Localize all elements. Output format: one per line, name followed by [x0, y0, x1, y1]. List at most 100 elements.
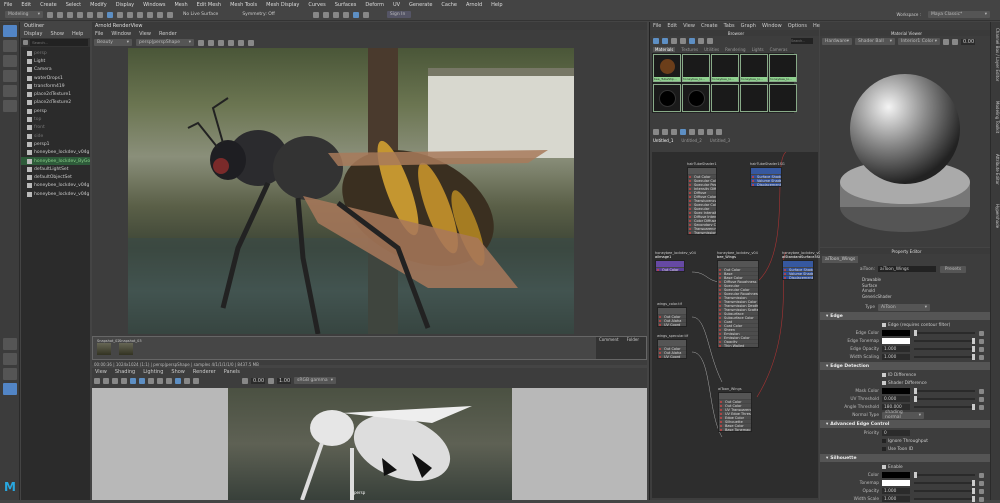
color-swatch[interactable] [882, 388, 910, 394]
undo-icon[interactable] [77, 11, 83, 18]
lasso-tool-icon[interactable] [3, 40, 17, 52]
viewport-menu-renderer[interactable]: Renderer [193, 369, 216, 375]
material-swatch[interactable]: bee_TubeShp... [653, 54, 681, 82]
node-attribute[interactable]: Base Tonemap [719, 427, 751, 431]
colorspace-dropdown[interactable]: sRGB gamma ▾ [294, 377, 336, 384]
node-attribute[interactable]: UV Coord [658, 354, 686, 358]
menu-mesh-display[interactable]: Mesh Display [266, 2, 299, 8]
viewport-menu-panels[interactable]: Panels [224, 369, 240, 375]
tab-comment[interactable]: Comment [599, 337, 619, 342]
value-field[interactable]: 1.000 [882, 496, 910, 502]
side-tab[interactable]: Hypershade [991, 204, 1000, 228]
slider-handle[interactable] [971, 480, 975, 486]
value-field[interactable]: 1.000 [882, 354, 910, 360]
node-editor[interactable]: hairTubeShader1Out ColorSpecular ColorSp… [652, 152, 823, 498]
outliner-item[interactable]: honeybee_lockdev_v04g [21, 149, 90, 157]
map-button-icon[interactable] [979, 354, 984, 360]
gamma-icon[interactable] [268, 377, 274, 384]
render-frame-icon[interactable] [312, 11, 319, 18]
slider-handle[interactable] [971, 354, 975, 360]
shader-node[interactable]: Out Color Out Alpha UV Coord [657, 307, 687, 327]
outliner-item[interactable]: place2dTexture2 [21, 99, 90, 107]
material-swatch[interactable]: honeybee_lo... [711, 54, 739, 82]
material-swatch[interactable]: honeybee_lo... [740, 54, 768, 82]
checkbox-box[interactable] [882, 439, 886, 443]
menu-display[interactable]: Display [116, 2, 134, 8]
material-swatch[interactable] [711, 83, 739, 112]
menu-file[interactable]: File [4, 2, 12, 8]
menu-deform[interactable]: Deform [365, 2, 384, 8]
ipr-icon[interactable] [322, 11, 329, 18]
outliner-menu-show[interactable]: Show [50, 31, 64, 37]
hs-menu-view[interactable]: View [683, 23, 695, 29]
move-tool-icon[interactable] [3, 70, 17, 82]
rotate-tool-icon[interactable] [3, 85, 17, 97]
snap-point-icon[interactable] [147, 11, 153, 18]
checkbox[interactable]: Ignore Throughput [820, 437, 990, 445]
snap-surface-icon[interactable] [167, 11, 173, 18]
outliner-item[interactable]: transform419 [21, 82, 90, 90]
graph-layout-icon[interactable] [680, 129, 686, 135]
sign-in-button[interactable]: Sign In [386, 11, 411, 18]
play-icon[interactable] [943, 38, 949, 45]
node-attribute[interactable]: UV Coord [658, 322, 686, 326]
checkbox[interactable]: Enable [820, 463, 990, 471]
save-icon[interactable] [67, 11, 73, 18]
priority-field[interactable]: 0 [882, 430, 910, 436]
material-swatch[interactable] [740, 83, 768, 112]
map-button-icon[interactable] [979, 388, 984, 394]
render-icon[interactable] [198, 39, 204, 46]
hs-menu-create[interactable]: Create [701, 23, 718, 29]
shader-node[interactable]: Out Color Out Alpha UV Coord [657, 339, 687, 359]
outliner-item[interactable]: honeybee_lockdev_v04g [21, 190, 90, 198]
frame-all-icon[interactable] [716, 129, 722, 135]
menu-curves[interactable]: Curves [308, 2, 325, 8]
snapshot-icon[interactable] [238, 39, 244, 46]
wireframe-icon[interactable] [130, 377, 136, 384]
renderer-dropdown[interactable]: Hardware ▾ [822, 38, 852, 45]
refresh-icon[interactable] [218, 39, 224, 46]
color-swatch[interactable] [882, 472, 910, 478]
slider-handle[interactable] [971, 404, 975, 410]
menu-edit-mesh[interactable]: Edit Mesh [197, 2, 221, 8]
value-field[interactable]: 1.000 [882, 488, 910, 494]
menu-edit[interactable]: Edit [21, 2, 31, 8]
select-tool-icon[interactable] [3, 25, 17, 37]
tab-aitoon-wings[interactable]: aiToon_Wings [822, 256, 859, 263]
snap-grid-icon[interactable] [127, 11, 133, 18]
attribute-slider[interactable] [914, 396, 975, 402]
node-attribute[interactable]: Thin Walled [718, 343, 758, 347]
attribute-slider[interactable] [914, 354, 975, 360]
material-swatch[interactable] [769, 83, 797, 112]
smooth-shade-icon[interactable] [139, 377, 145, 384]
xray-icon[interactable] [184, 377, 190, 384]
attribute-slider[interactable] [914, 346, 975, 352]
shadows-icon[interactable] [166, 377, 172, 384]
attribute-slider[interactable] [914, 388, 975, 394]
menu-select[interactable]: Select [66, 2, 81, 8]
outliner-item[interactable]: top [21, 115, 90, 123]
stop-icon[interactable] [208, 39, 214, 46]
color-swatch[interactable] [882, 330, 910, 336]
checkbox-box[interactable] [882, 323, 886, 327]
checkbox[interactable]: Use Toon ID [820, 445, 990, 453]
snapshot-thumb[interactable]: Snapshot_03 [119, 339, 142, 355]
outliner-item[interactable]: persp1 [21, 140, 90, 148]
symmetry-dropdown[interactable]: Symmetry: Off [242, 12, 275, 17]
type-dropdown[interactable]: AiToon ▾ [878, 303, 930, 311]
outliner-item[interactable]: honeybee_lockdev_v04g [21, 182, 90, 190]
slider-handle[interactable] [971, 338, 975, 344]
exposure-field[interactable]: 0.00 [251, 377, 265, 384]
select-object-icon[interactable] [107, 11, 113, 18]
shader-node[interactable]: Out ColorOut ColorUV TransparencyUV Edge… [718, 392, 752, 432]
side-tab[interactable]: Modeling Toolkit [991, 101, 1000, 133]
outliner-item[interactable]: front [21, 124, 90, 132]
checkbox[interactable]: Edge (requires contour filter) [820, 321, 990, 329]
slider-handle[interactable] [914, 388, 917, 394]
medium-icons-icon[interactable] [689, 38, 695, 44]
attribute-slider[interactable] [914, 330, 975, 336]
side-tab[interactable]: Channel Box / Layer Editor [991, 28, 1000, 81]
viewport-menu-show[interactable]: Show [171, 369, 185, 375]
checkbox-box[interactable] [882, 381, 886, 385]
sort-icon[interactable] [707, 38, 713, 44]
